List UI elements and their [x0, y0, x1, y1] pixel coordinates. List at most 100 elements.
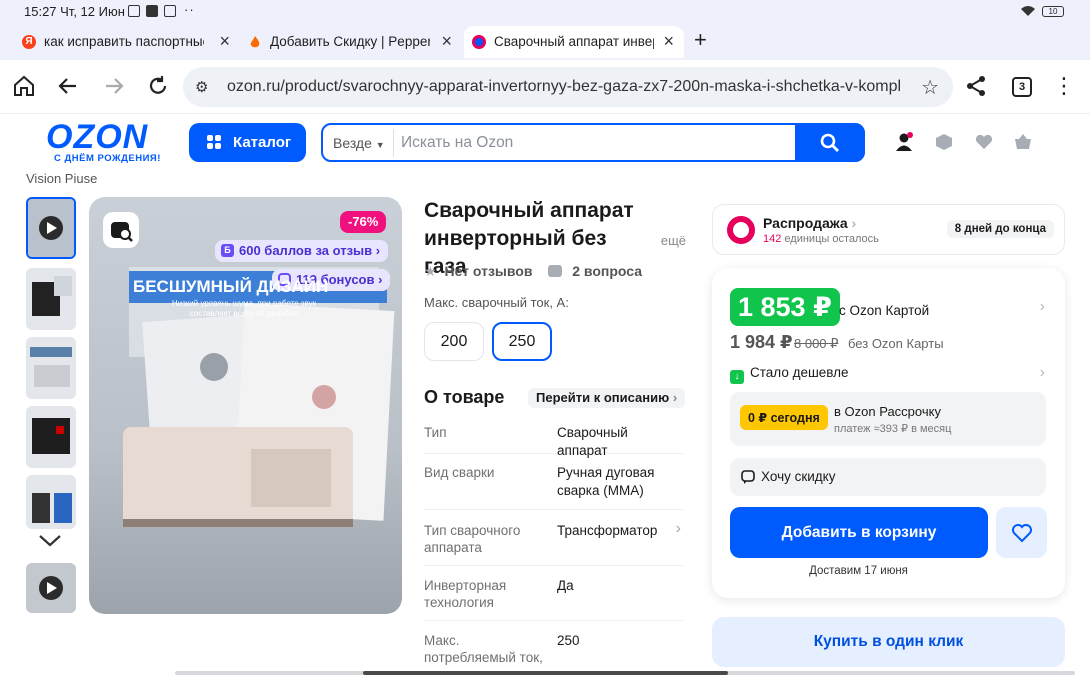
chevron-down-icon[interactable] — [38, 534, 62, 548]
search-button[interactable] — [795, 123, 865, 162]
image-search-button[interactable] — [103, 212, 139, 248]
image-caption: БЕСШУМНЫЙ ДИЗАЙН — [133, 277, 329, 296]
grid-icon — [207, 135, 222, 150]
browser-tab-strip: Я как исправить паспортные × Добавить Ск… — [0, 24, 1090, 60]
goto-description-button[interactable]: Перейти к описанию › — [528, 388, 686, 408]
questions-link[interactable]: 2 вопроса — [572, 263, 642, 279]
thumbnail-image[interactable] — [26, 406, 76, 468]
about-heading: О товаре — [424, 387, 505, 407]
reviews-link[interactable]: Нет отзывов — [444, 263, 532, 279]
chevron-right-icon: › — [375, 243, 381, 258]
more-notifications: ·· — [184, 2, 195, 17]
close-icon[interactable]: × — [441, 31, 452, 52]
old-price: 8 000 ₽ — [794, 336, 839, 351]
share-icon[interactable] — [964, 74, 988, 98]
catalog-button[interactable]: Каталог — [189, 123, 306, 162]
tab-switcher-button[interactable]: 3 — [1012, 77, 1032, 97]
search-scope-label: Везде — [333, 135, 372, 151]
reload-icon[interactable] — [146, 74, 170, 98]
price-card: 1 853 ₽ с Ozon Картой › 1 984 ₽ 8 000 ₽ … — [712, 268, 1065, 598]
clock: 15:27 Чт, 12 Июн — [24, 4, 125, 19]
sale-ring-icon — [727, 216, 755, 244]
property-row: Инверторная технология Да — [424, 575, 683, 621]
thumbnail-image[interactable] — [26, 337, 76, 399]
sale-banner[interactable]: Распродажа › 142 единицы осталось 8 дней… — [712, 204, 1065, 255]
tab-2[interactable]: Добавить Скидку | Pepper × — [240, 26, 462, 58]
points-text: 600 баллов за отзыв — [239, 243, 373, 258]
ozon-card-label: с Ozon Картой — [839, 303, 930, 318]
property-value: Трансформатор — [557, 523, 658, 538]
tab-title: как исправить паспортные — [44, 34, 204, 49]
search-input[interactable]: Искать на Ozon — [401, 134, 513, 152]
product-main-image[interactable]: -76% Б 600 баллов за отзыв › 119 бонусов… — [89, 197, 402, 614]
new-tab-button[interactable]: + — [694, 27, 707, 53]
ozon-favicon — [472, 35, 486, 49]
property-value: Сварочный аппарат — [557, 425, 628, 458]
thumbnail-video[interactable] — [26, 563, 76, 613]
ozon-logo[interactable]: OZON С ДНЁМ РОЖДЕНИЯ! — [46, 120, 176, 164]
site-settings-icon[interactable]: ⚙ — [195, 78, 208, 96]
question-bubble-icon — [548, 265, 563, 277]
add-to-cart-button[interactable]: Добавить в корзину — [730, 507, 988, 558]
sync-icon — [164, 5, 176, 17]
installment-payment: платеж ≈393 ₽ в месяц — [834, 423, 952, 435]
no-card-label: без Ozon Карты — [848, 336, 944, 351]
property-key: Тип сварочного аппарата — [424, 523, 521, 555]
chevron-right-icon[interactable]: › — [1040, 364, 1045, 382]
property-row: Вид сварки Ручная дуговая сварка (ММА) — [424, 462, 683, 510]
close-icon[interactable]: × — [219, 31, 230, 52]
yandex-icon: Я — [22, 35, 36, 49]
installment-block[interactable]: 0 ₽ сегодня в Ozon Рассрочку платеж ≈393… — [730, 392, 1046, 446]
property-key: Вид сварки — [424, 465, 495, 480]
bookmark-star-icon[interactable]: ☆ — [921, 75, 939, 100]
divider — [393, 129, 394, 157]
orders-box-icon[interactable] — [934, 132, 954, 152]
want-discount-button[interactable]: Хочу скидку — [730, 458, 1046, 496]
forward-icon[interactable] — [102, 74, 126, 98]
sale-days-left: 8 дней до конца — [946, 220, 1054, 238]
wb-app-icon — [146, 5, 158, 17]
regular-price: 1 984 ₽ — [730, 332, 793, 352]
address-bar[interactable]: ⚙ ozon.ru/product/svarochnyy-apparat-inv… — [183, 67, 953, 107]
logo-text: OZON — [46, 118, 149, 156]
tab-title: Сварочный аппарат инвер — [494, 34, 654, 49]
option-200[interactable]: 200 — [424, 322, 484, 361]
price-drop-text: Стало дешевле — [750, 365, 849, 380]
search-scope-dropdown[interactable]: Везде ▼ — [333, 135, 385, 151]
show-more-link[interactable]: ещё — [626, 225, 686, 253]
menu-kebab-icon[interactable]: ⋮ — [1052, 74, 1076, 98]
sale-remaining: 142 единицы осталось — [763, 233, 879, 245]
close-icon[interactable]: × — [663, 31, 674, 52]
heart-icon — [1012, 524, 1032, 543]
tab-3-active[interactable]: Сварочный аппарат инвер × — [464, 26, 684, 58]
chevron-right-icon: › — [851, 215, 857, 231]
search-bar: Везде ▼ Искать на Ozon — [321, 123, 865, 162]
thumbnail-video[interactable] — [26, 197, 76, 259]
thumbnail-image[interactable] — [26, 475, 76, 529]
discount-badge: -76% — [340, 211, 387, 233]
back-icon[interactable] — [56, 74, 80, 98]
property-key: Тип — [424, 425, 447, 440]
ozon-card-price: 1 853 ₽ — [730, 288, 840, 326]
home-icon[interactable] — [12, 74, 36, 98]
buy-one-click-button[interactable]: Купить в один клик — [712, 617, 1065, 667]
review-points-badge[interactable]: Б 600 баллов за отзыв › — [215, 240, 389, 262]
price-drop-row[interactable]: ↓ Стало дешевле — [730, 365, 849, 384]
sale-title: Распродажа › — [763, 215, 856, 231]
profile-icon[interactable] — [894, 132, 914, 152]
horizontal-scrollbar[interactable] — [175, 671, 1075, 675]
tab-1[interactable]: Я как исправить паспортные × — [14, 26, 240, 58]
brand-name[interactable]: Vision Piuse — [26, 171, 97, 186]
notification-icon — [128, 5, 140, 17]
pepper-flame-icon — [250, 36, 260, 48]
property-row[interactable]: Тип сварочного аппарата Трансформатор › — [424, 520, 683, 566]
arrow-down-icon: ↓ — [730, 370, 744, 384]
cart-basket-icon[interactable] — [1013, 132, 1033, 152]
thumbnail-image[interactable] — [26, 268, 76, 330]
favorite-button[interactable] — [996, 507, 1047, 558]
chevron-right-icon[interactable]: › — [1040, 298, 1045, 316]
favorites-heart-icon[interactable] — [974, 132, 994, 152]
property-key: Макс. потребляемый ток, — [424, 633, 543, 665]
option-250-selected[interactable]: 250 — [492, 322, 552, 361]
sale-title-text: Распродажа — [763, 215, 848, 231]
